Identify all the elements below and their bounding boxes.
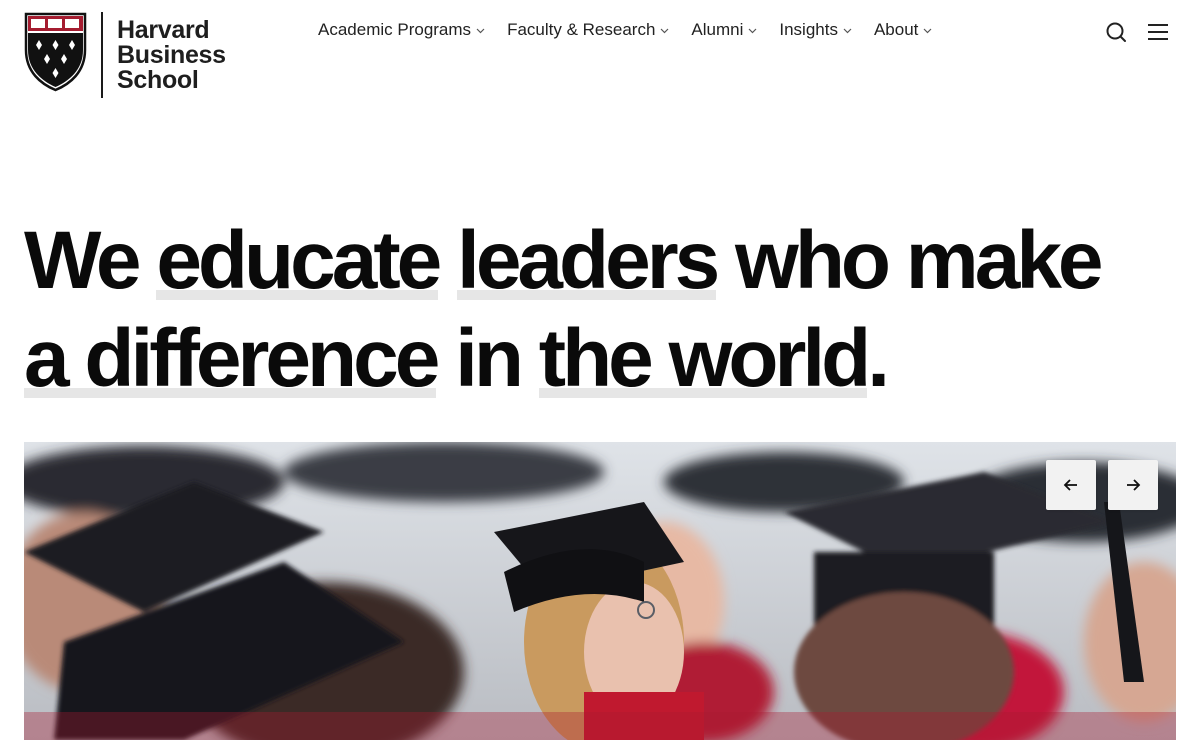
nav-faculty-research[interactable]: Faculty & Research	[507, 20, 669, 40]
search-button[interactable]	[1104, 20, 1128, 44]
headline-highlight: the	[538, 313, 654, 404]
headline-word: who	[735, 215, 891, 306]
headline-word: make	[905, 215, 1104, 306]
headline-word: We	[24, 215, 142, 306]
carousel-prev-button[interactable]	[1046, 460, 1096, 510]
nav-item-label: About	[873, 20, 919, 39]
chevron-down-icon	[476, 26, 485, 35]
headline-highlight: a	[24, 313, 70, 404]
nav-academic-programs[interactable]: Academic Programs	[318, 20, 485, 40]
nav-item-label: Alumni	[691, 20, 744, 39]
carousel-next-button[interactable]	[1108, 460, 1158, 510]
hero-headline: We educate leaders who make a difference…	[24, 212, 1184, 408]
hamburger-menu-icon	[1148, 24, 1168, 40]
headline-highlight: educate	[156, 215, 442, 306]
nav-item-label: Academic Programs	[318, 20, 472, 39]
headline-highlight: world	[668, 313, 871, 404]
headline-space	[65, 313, 85, 404]
graduation-photo	[24, 442, 1176, 740]
headline-highlight: difference	[84, 313, 440, 404]
nav-item-label: Faculty & Research	[507, 20, 656, 39]
nav-insights[interactable]: Insights	[779, 20, 852, 40]
headline-space	[649, 313, 669, 404]
chevron-down-icon	[923, 26, 932, 35]
search-icon	[1106, 22, 1126, 42]
hbs-wordmark: Harvard Business School	[117, 18, 226, 93]
chevron-down-icon	[748, 26, 757, 35]
wordmark-line-3: School	[117, 66, 199, 94]
arrow-left-icon	[1063, 479, 1077, 491]
hero-image	[24, 442, 1176, 740]
headline-highlight: leaders	[457, 215, 720, 306]
headline-period: .	[867, 313, 890, 404]
main-nav: Academic Programs Faculty & Research Alu…	[318, 20, 954, 40]
arrow-right-icon	[1127, 479, 1141, 491]
hbs-shield-icon	[24, 12, 87, 92]
chevron-down-icon	[660, 26, 669, 35]
logo-divider	[101, 12, 103, 98]
wordmark-line-2: Business	[117, 41, 226, 69]
headline-word: in	[455, 313, 524, 404]
wordmark-line-1: Harvard	[117, 16, 210, 44]
chevron-down-icon	[843, 26, 852, 35]
nav-item-label: Insights	[779, 20, 838, 39]
nav-alumni[interactable]: Alumni	[691, 20, 757, 40]
nav-about[interactable]: About	[874, 20, 932, 40]
hbs-logo[interactable]: Harvard Business School	[24, 12, 226, 98]
menu-button[interactable]	[1146, 21, 1170, 43]
